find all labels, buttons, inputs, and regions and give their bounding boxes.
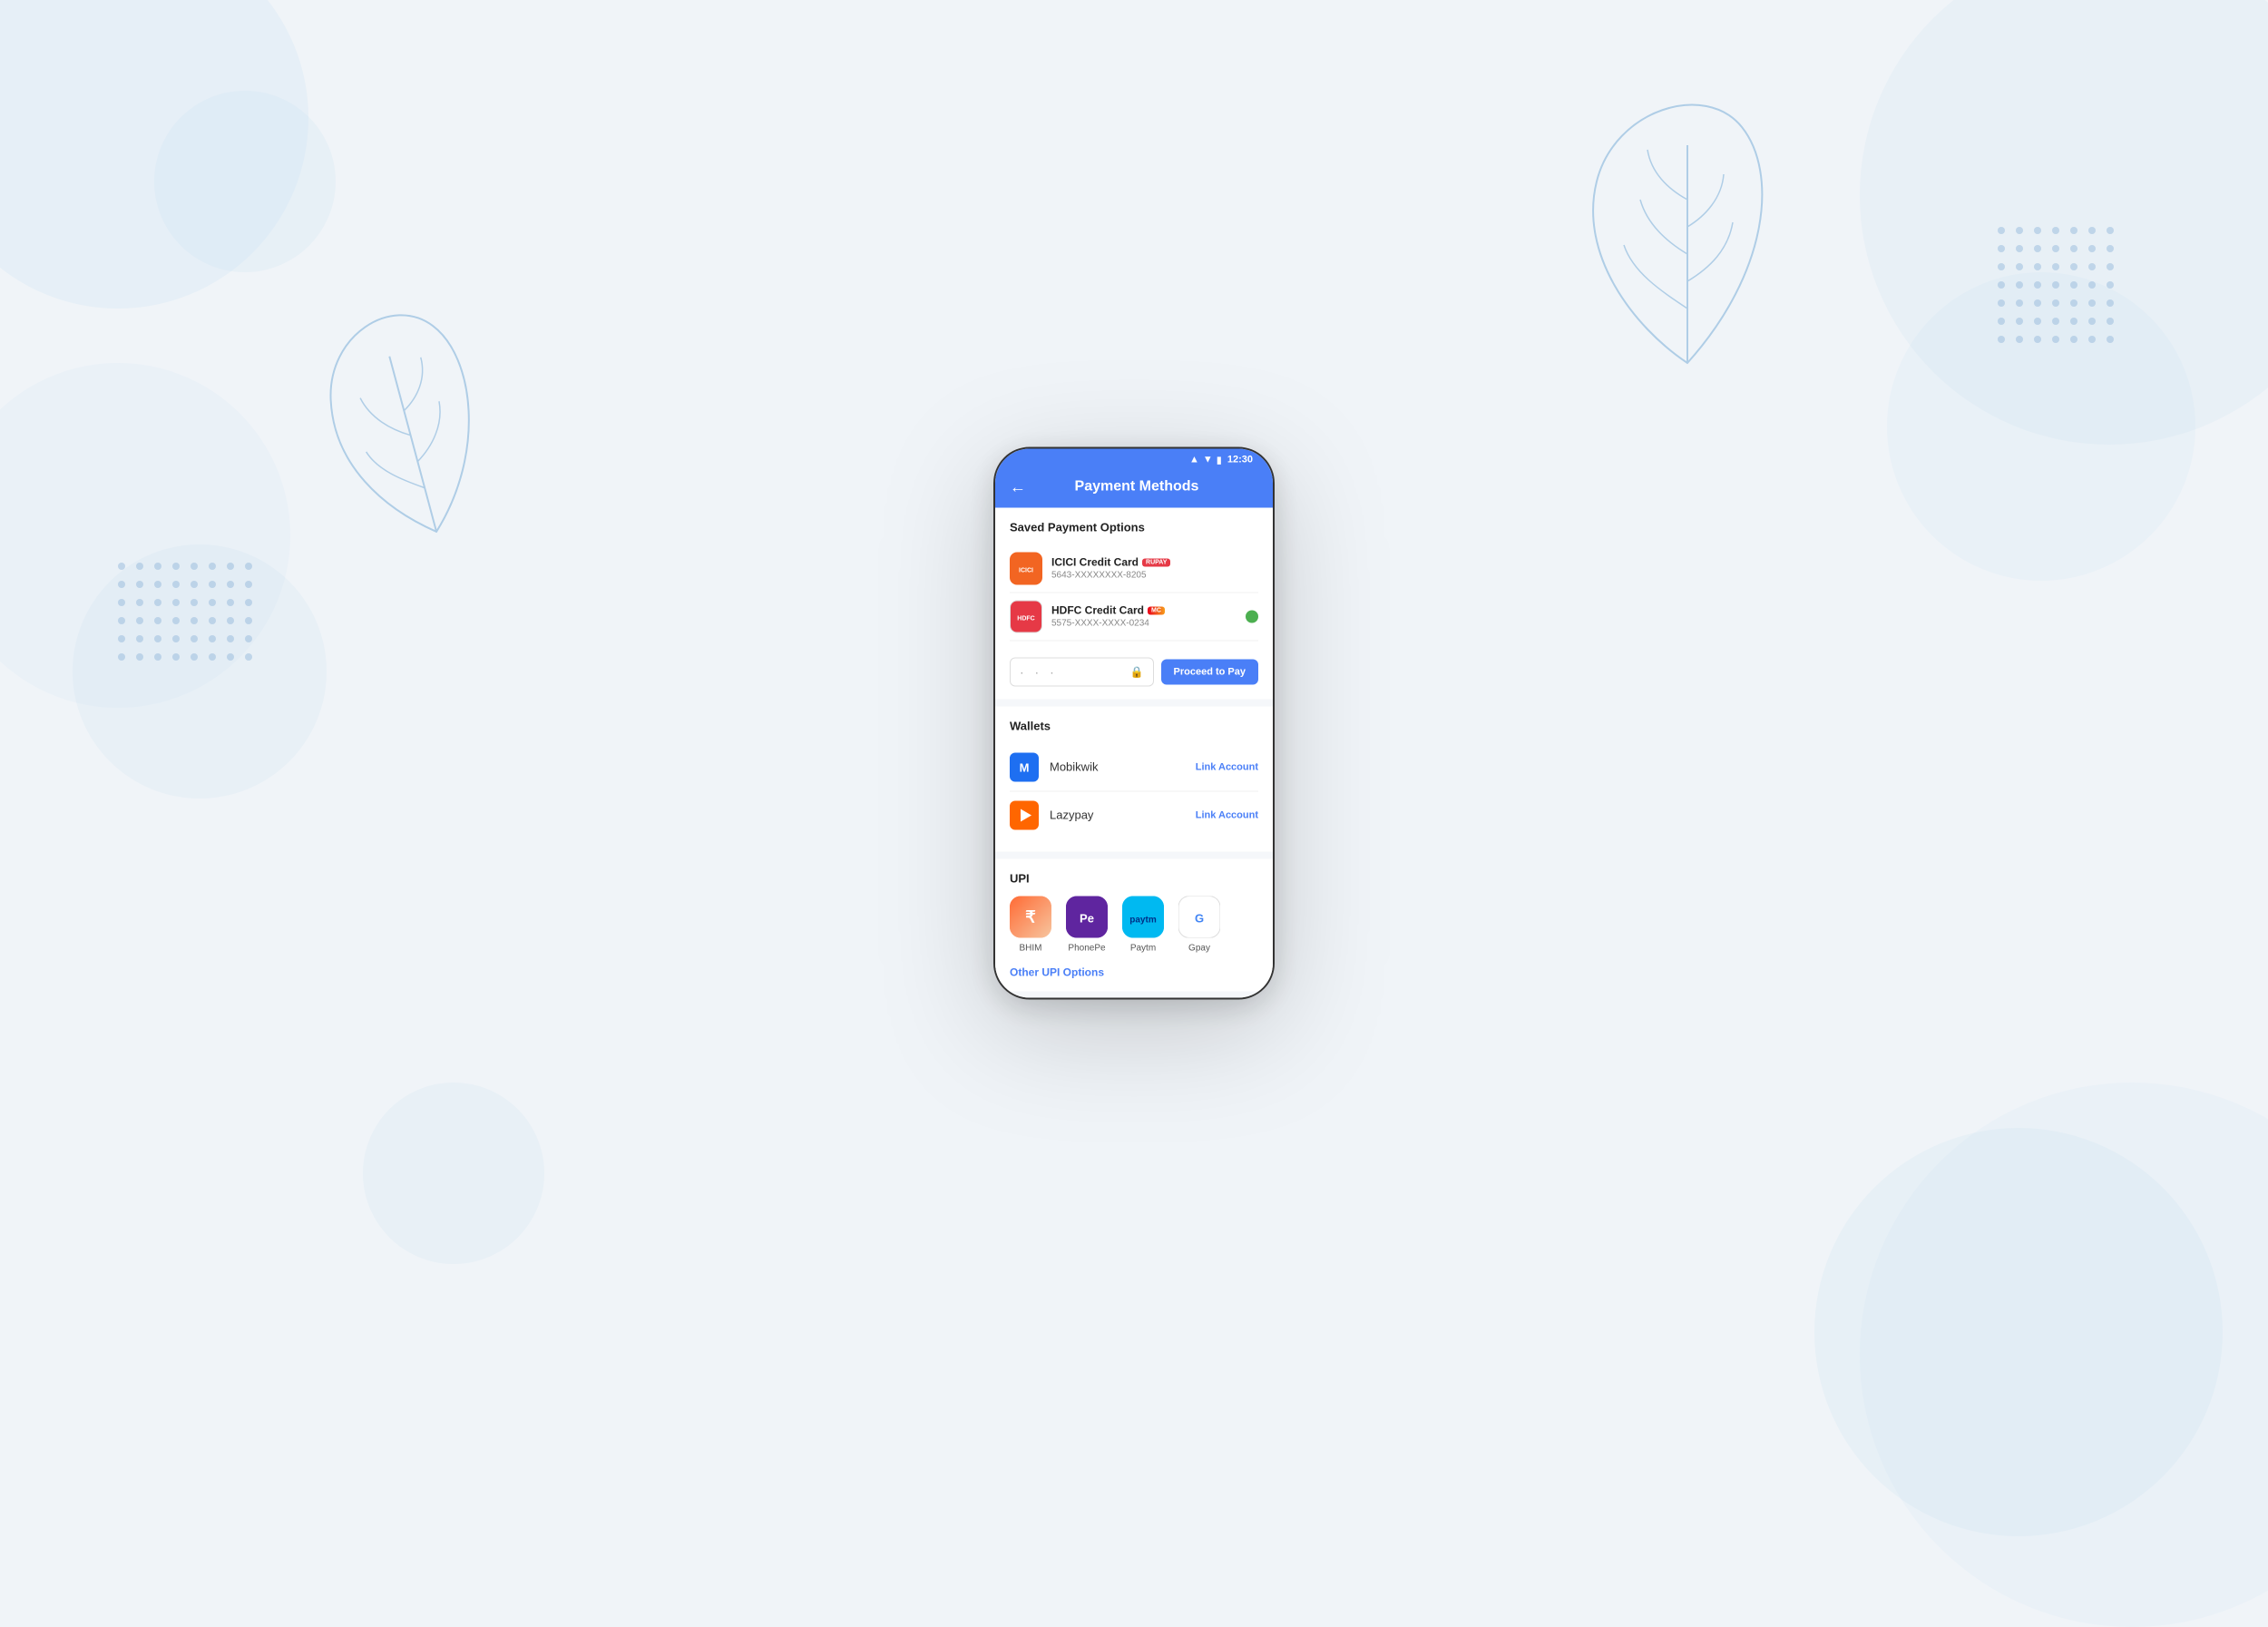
selected-indicator [1246, 610, 1258, 622]
battery-icon: ▮ [1217, 454, 1222, 466]
svg-text:G: G [1195, 911, 1204, 925]
icici-badge: RUPAY [1142, 558, 1170, 566]
cvv-input-field[interactable]: · · · 🔒 [1010, 657, 1154, 686]
icici-logo: ICICI [1010, 552, 1042, 584]
cvv-dots: · · · [1020, 664, 1058, 679]
hdfc-badge: MC [1148, 606, 1165, 614]
lazypay-name: Lazypay [1050, 809, 1196, 822]
hdfc-logo: HDFC [1010, 600, 1042, 632]
phonepe-label: PhonePe [1068, 943, 1105, 953]
hdfc-card-info: HDFC Credit Card MC 5575-XXXX-XXXX-0234 [1051, 604, 1246, 629]
saved-payment-section: Saved Payment Options ICICI ICICI Credit… [995, 507, 1273, 699]
mobikwik-link-btn[interactable]: Link Account [1196, 761, 1258, 772]
status-bar: ▲ ▼ ▮ 12:30 [995, 448, 1273, 469]
mobikwik-logo: M [1010, 752, 1039, 781]
icici-card-number: 5643-XXXXXXXX-8205 [1051, 571, 1258, 581]
pay-row: · · · 🔒 Proceed to Pay [1010, 650, 1258, 686]
svg-text:paytm: paytm [1129, 915, 1157, 925]
icici-card-name: ICICI Credit Card RUPAY [1051, 556, 1258, 569]
bhim-logo: ₹ [1010, 896, 1051, 937]
gpay-label: Gpay [1188, 943, 1210, 953]
phone-mockup: ▲ ▼ ▮ 12:30 ← Payment Methods Saved Paym… [993, 446, 1275, 999]
phone-screen: ▲ ▼ ▮ 12:30 ← Payment Methods Saved Paym… [993, 446, 1275, 999]
status-time: 12:30 [1227, 455, 1253, 466]
lock-icon: 🔒 [1130, 665, 1144, 678]
paytm-label: Paytm [1130, 943, 1156, 953]
svg-text:M: M [1020, 760, 1030, 774]
lazypay-logo [1010, 800, 1039, 829]
svg-text:Pe: Pe [1080, 911, 1094, 925]
hdfc-card-number: 5575-XXXX-XXXX-0234 [1051, 619, 1246, 629]
bhim-label: BHIM [1020, 943, 1042, 953]
bhim-upi-item[interactable]: ₹ BHIM [1010, 896, 1051, 953]
wallets-section: Wallets M Mobikwik Link Account [995, 706, 1273, 851]
mobikwik-item: M Mobikwik Link Account [1010, 743, 1258, 791]
gpay-upi-item[interactable]: G Gpay [1178, 896, 1220, 953]
phonepe-logo: Pe [1066, 896, 1108, 937]
upi-section: UPI [995, 858, 1273, 991]
lazypay-item: Lazypay Link Account [1010, 791, 1258, 838]
phone-content: Saved Payment Options ICICI ICICI Credit… [995, 507, 1273, 997]
hdfc-card-item[interactable]: HDFC HDFC Credit Card MC 5575-XXXX-XXXX-… [1010, 593, 1258, 641]
wifi-icon: ▲ [1189, 455, 1199, 466]
signal-icon: ▼ [1203, 455, 1213, 466]
back-button[interactable]: ← [1010, 478, 1026, 495]
gpay-logo: G [1178, 896, 1220, 937]
lazypay-link-btn[interactable]: Link Account [1196, 809, 1258, 820]
upi-apps-row: ₹ BHIM Pe PhonePe [1010, 896, 1258, 953]
paytm-logo: paytm [1122, 896, 1164, 937]
header-title: Payment Methods [1037, 478, 1237, 495]
saved-section-title: Saved Payment Options [1010, 520, 1258, 534]
app-header: ← Payment Methods [995, 469, 1273, 507]
svg-text:ICICI: ICICI [1019, 567, 1033, 573]
phonepe-upi-item[interactable]: Pe PhonePe [1066, 896, 1108, 953]
paytm-upi-item[interactable]: paytm Paytm [1122, 896, 1164, 953]
proceed-to-pay-button[interactable]: Proceed to Pay [1161, 659, 1258, 684]
svg-text:₹: ₹ [1025, 907, 1036, 926]
icici-card-info: ICICI Credit Card RUPAY 5643-XXXXXXXX-82… [1051, 556, 1258, 581]
hdfc-card-name: HDFC Credit Card MC [1051, 604, 1246, 617]
icici-card-item[interactable]: ICICI ICICI Credit Card RUPAY 5643-XXXXX… [1010, 544, 1258, 593]
other-upi-link[interactable]: Other UPI Options [1010, 965, 1258, 978]
wallets-section-title: Wallets [1010, 719, 1258, 732]
status-icons: ▲ ▼ ▮ [1189, 454, 1222, 466]
upi-section-title: UPI [1010, 871, 1258, 885]
svg-text:HDFC: HDFC [1017, 615, 1034, 622]
mobikwik-name: Mobikwik [1050, 760, 1196, 774]
